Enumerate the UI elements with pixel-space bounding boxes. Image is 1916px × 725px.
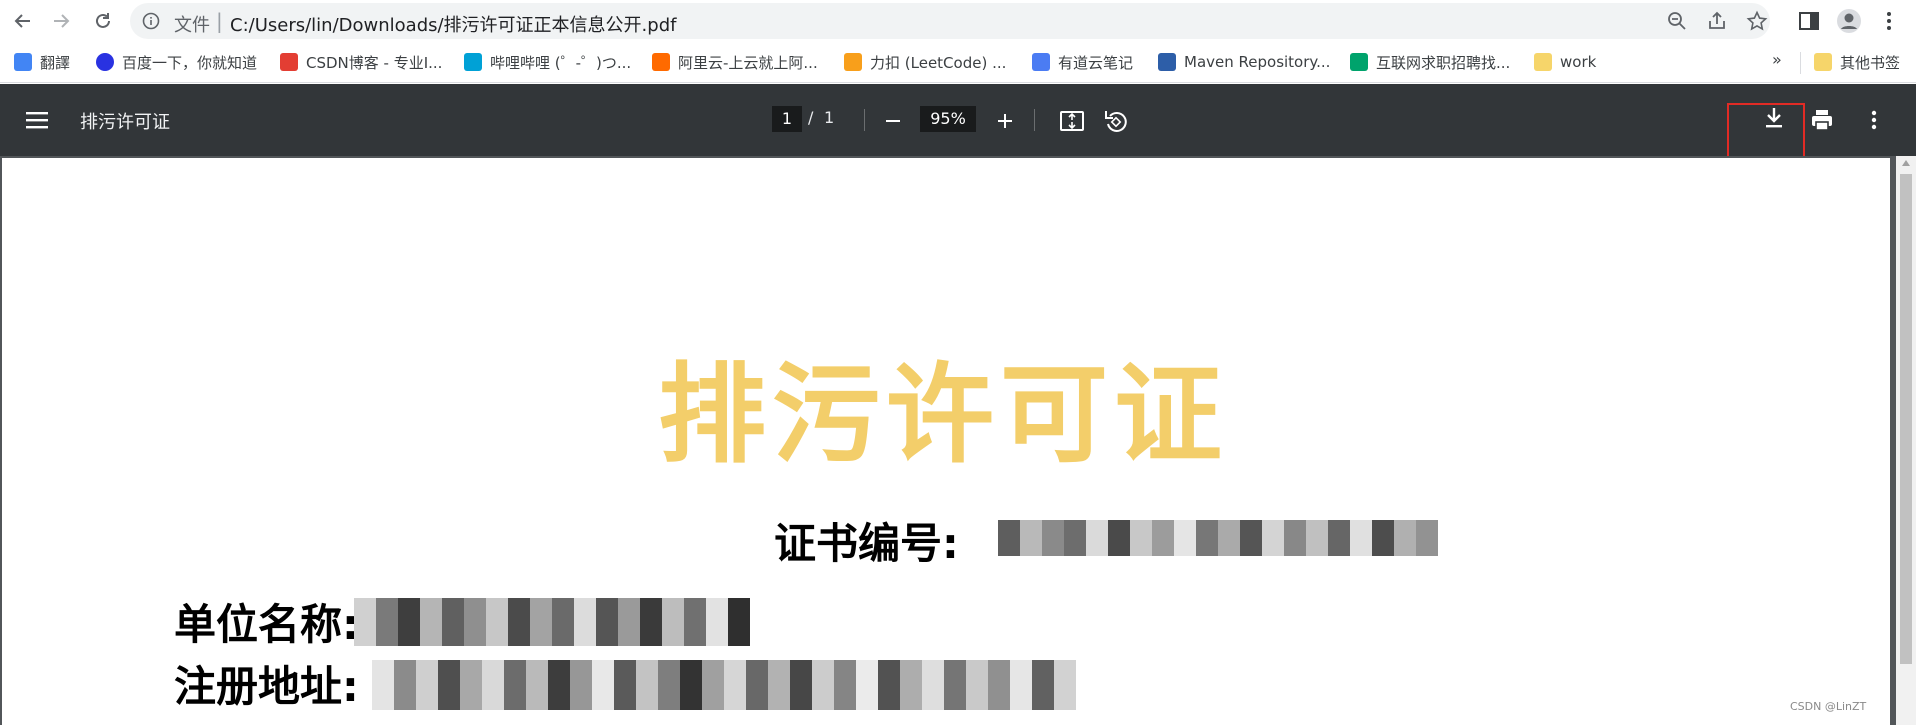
star-icon[interactable] bbox=[1746, 10, 1768, 32]
vertical-scrollbar[interactable] bbox=[1896, 156, 1916, 725]
folder-icon bbox=[1814, 53, 1832, 71]
reload-button[interactable] bbox=[90, 8, 116, 34]
bookmark-label: 力扣 (LeetCode) ... bbox=[870, 53, 1007, 72]
bookmark-label: CSDN博客 - 专业I... bbox=[306, 53, 443, 72]
redacted-registered-address bbox=[372, 660, 1076, 710]
zoom-level-input[interactable]: 95% bbox=[920, 106, 976, 132]
bookmark-youdao[interactable]: 有道云笔记 bbox=[1032, 51, 1133, 73]
arrow-right-icon bbox=[54, 14, 70, 28]
folder-icon bbox=[1534, 53, 1552, 71]
rotate-counterclockwise-icon[interactable] bbox=[1102, 107, 1130, 135]
side-panel-icon[interactable] bbox=[1796, 8, 1822, 34]
bookmark-label: 阿里云-上云就上阿... bbox=[678, 53, 818, 72]
watermark: CSDN @LinZT bbox=[1790, 700, 1867, 713]
page-total: 1 bbox=[824, 108, 835, 127]
bookmark-label: 互联网求职招聘找... bbox=[1376, 53, 1511, 72]
maven-icon bbox=[1158, 53, 1176, 71]
fit-to-page-icon[interactable] bbox=[1058, 107, 1086, 135]
certificate-number-label: 证书编号: bbox=[774, 519, 959, 568]
page-number-input[interactable]: 1 bbox=[772, 106, 802, 132]
zoom-icon[interactable] bbox=[1666, 10, 1688, 32]
bookmark-bilibili[interactable]: 哔哩哔哩 (゜-゜)つ... bbox=[464, 51, 631, 73]
bookmark-lagou[interactable]: 互联网求职招聘找... bbox=[1350, 51, 1510, 73]
zoom-out-icon[interactable] bbox=[880, 108, 906, 134]
bookmark-label: 有道云笔记 bbox=[1058, 53, 1134, 72]
omnibox-scheme-label: 文件 bbox=[174, 15, 210, 36]
leetcode-icon bbox=[844, 53, 862, 71]
redacted-unit-name bbox=[354, 598, 750, 646]
baidu-icon bbox=[96, 53, 114, 71]
bilibili-icon bbox=[464, 53, 482, 71]
document-heading: 排污许可证 bbox=[658, 353, 1229, 478]
csdn-icon bbox=[280, 53, 298, 71]
unit-name-label: 单位名称: bbox=[174, 600, 359, 649]
bookmark-work[interactable]: work bbox=[1534, 51, 1596, 73]
print-icon[interactable] bbox=[1808, 106, 1836, 134]
info-icon[interactable] bbox=[142, 12, 160, 30]
omnibox[interactable]: 文件 | C:/Users/lin/Downloads/排污许可证正本信息公开.… bbox=[130, 3, 1770, 39]
reload-icon bbox=[96, 13, 110, 28]
page-separator: / bbox=[808, 108, 814, 127]
bookmarks-divider bbox=[1800, 52, 1801, 74]
registered-address-label: 注册地址: bbox=[174, 662, 359, 711]
pdf-document-title: 排污许可证 bbox=[80, 112, 170, 133]
bookmark-csdn[interactable]: CSDN博客 - 专业I... bbox=[280, 51, 442, 73]
omnibox-url[interactable]: C:/Users/lin/Downloads/排污许可证正本信息公开.pdf bbox=[230, 11, 676, 37]
bookmark-leetcode[interactable]: 力扣 (LeetCode) ... bbox=[844, 51, 1006, 73]
scroll-up-arrow[interactable] bbox=[1902, 160, 1910, 166]
youdao-icon bbox=[1032, 53, 1050, 71]
bookmarks-bar: 翻譯 百度一下，你就知道 CSDN博客 - 专业I... 哔哩哔哩 (゜-゜)つ… bbox=[0, 42, 1916, 83]
forward-button[interactable] bbox=[48, 8, 74, 34]
pdf-page: 排污许可证 证书编号: 单位名称: 注册地址: bbox=[2, 158, 1890, 725]
browser-menu-icon[interactable] bbox=[1876, 8, 1902, 34]
omnibox-separator: | bbox=[216, 9, 223, 33]
bookmark-label: 翻譯 bbox=[40, 53, 71, 72]
bookmark-label: work bbox=[1560, 53, 1597, 71]
bookmark-label: 哔哩哔哩 (゜-゜)つ... bbox=[490, 53, 632, 72]
share-icon[interactable] bbox=[1706, 10, 1728, 32]
translate-icon bbox=[14, 53, 32, 71]
toolbar-divider bbox=[864, 109, 865, 131]
bookmark-other[interactable]: 其他书签 bbox=[1814, 51, 1900, 73]
bookmark-aliyun[interactable]: 阿里云-上云就上阿... bbox=[652, 51, 818, 73]
pdf-toolbar: 排污许可证 1 / 1 95% bbox=[0, 84, 1916, 156]
hamburger-menu-icon[interactable] bbox=[24, 108, 50, 132]
lagou-icon bbox=[1350, 53, 1368, 71]
zoom-in-icon[interactable] bbox=[992, 108, 1018, 134]
toolbar-divider bbox=[1034, 109, 1035, 131]
profile-avatar-icon[interactable] bbox=[1836, 8, 1862, 34]
back-button[interactable] bbox=[10, 8, 36, 34]
bookmark-maven[interactable]: Maven Repository... bbox=[1158, 51, 1330, 73]
bookmark-label: 百度一下，你就知道 bbox=[122, 53, 258, 72]
redacted-certificate-number bbox=[998, 520, 1438, 556]
bookmark-label: Maven Repository... bbox=[1184, 53, 1331, 71]
bookmark-translate[interactable]: 翻譯 bbox=[14, 51, 70, 73]
scroll-thumb[interactable] bbox=[1900, 174, 1912, 664]
browser-address-bar: 文件 | C:/Users/lin/Downloads/排污许可证正本信息公开.… bbox=[0, 0, 1916, 42]
bookmarks-overflow-button[interactable]: » bbox=[1772, 50, 1782, 69]
pdf-viewer: 排污许可证 证书编号: 单位名称: 注册地址: CSDN @LinZT bbox=[0, 156, 1916, 725]
more-options-icon[interactable] bbox=[1862, 106, 1886, 134]
bookmark-label: 其他书签 bbox=[1840, 53, 1901, 72]
bookmark-baidu[interactable]: 百度一下，你就知道 bbox=[96, 51, 257, 73]
aliyun-icon bbox=[652, 53, 670, 71]
arrow-left-icon bbox=[14, 14, 30, 28]
download-highlight-box bbox=[1727, 103, 1805, 164]
